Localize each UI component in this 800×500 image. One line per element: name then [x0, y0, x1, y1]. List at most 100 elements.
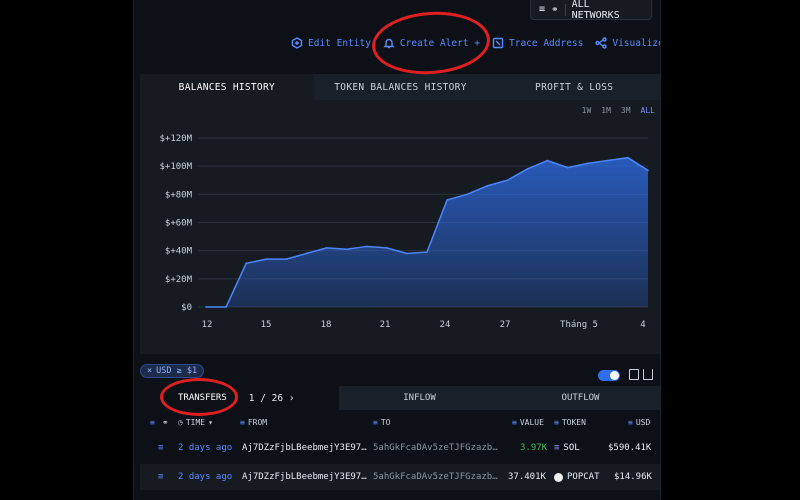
filter-icon: ≡: [628, 417, 633, 427]
row-token[interactable]: POPCAT: [554, 464, 600, 490]
header-token-label: TOKEN: [561, 417, 586, 427]
trace-address-button[interactable]: Trace Address: [492, 37, 583, 49]
graph-icon: [595, 37, 608, 49]
data-point: [546, 159, 549, 162]
header-from-label: FROM: [247, 417, 268, 427]
range-1m[interactable]: 1M: [601, 106, 611, 115]
table-row[interactable]: ≡ 2 days ago Aj7DZzFjbLBeebmejY3E97… 5ah…: [140, 464, 660, 490]
balances-chart: $0 $+20M $+40M $+60M $+80M $+100M $+120M 12 15 18…: [159, 134, 649, 330]
visualize-label: Visualize: [612, 37, 661, 49]
header-time-label: TIME: [185, 417, 206, 427]
usd-filter-chip[interactable]: × USD ≥ $1: [140, 364, 205, 378]
row-token[interactable]: ≡ SOL: [554, 435, 580, 461]
tab-inflow[interactable]: INFLOW: [339, 386, 500, 410]
divider: [564, 3, 566, 16]
copy-icon[interactable]: [629, 369, 639, 380]
y-tick-label: $+60M: [165, 219, 193, 229]
data-point: [526, 168, 529, 170]
header-to-label: TO: [380, 417, 391, 427]
filter-icon: ≡: [240, 417, 245, 427]
app-window: ≡ ⚭ ALL NETWORKS Edit Entity Create Aler…: [133, 0, 661, 500]
toggle-switch[interactable]: [598, 370, 620, 381]
data-point: [285, 258, 288, 260]
transfers-label: TRANSFERS: [178, 393, 227, 403]
y-tick-label: $+40M: [165, 247, 193, 257]
bell-icon: [383, 38, 395, 49]
data-point: [647, 169, 649, 172]
tab-transfers[interactable]: TRANSFERS 1 / 26 ›: [140, 386, 339, 410]
row-from[interactable]: Aj7DZzFjbLBeebmejY3E97…: [242, 464, 367, 490]
data-point: [245, 262, 247, 265]
series-area: [206, 157, 648, 307]
filter-icon: ≡: [539, 4, 546, 15]
x-tick-label: 21: [380, 320, 391, 330]
range-selector: 1W 1M 3M ALL: [582, 106, 655, 115]
table-tabs: TRANSFERS 1 / 26 › INFLOW OUTFLOW: [140, 386, 660, 410]
network-selector[interactable]: ≡ ⚭ ALL NETWORKS: [530, 0, 652, 21]
header-value[interactable]: ≡ VALUE: [512, 418, 544, 427]
row-icon: ≡: [158, 472, 164, 482]
header-from[interactable]: ≡ FROM: [240, 418, 267, 427]
range-1w[interactable]: 1W: [582, 106, 592, 115]
header-value-label: VALUE: [519, 417, 544, 427]
trace-icon: [492, 37, 504, 49]
range-3m[interactable]: 3M: [621, 106, 631, 115]
data-point: [586, 162, 589, 165]
visualize-button[interactable]: Visualize: [595, 37, 661, 49]
data-point: [386, 247, 388, 249]
download-icon[interactable]: [643, 369, 653, 380]
data-point: [627, 156, 629, 159]
row-to[interactable]: 5ahGkFcaDAv5zeTJFGzazb…: [373, 435, 498, 461]
filter-icon: ≡: [554, 417, 559, 427]
chart-panel: BALANCES HISTORY TOKEN BALANCES HISTORY …: [140, 74, 660, 354]
filter-icon[interactable]: ≡: [150, 418, 155, 427]
data-point: [365, 245, 368, 248]
pagination[interactable]: 1 / 26 ›: [249, 393, 295, 404]
edit-entity-button[interactable]: Edit Entity: [291, 37, 371, 49]
network-label: ALL NETWORKS: [571, 0, 620, 21]
tab-token-balances-history[interactable]: TOKEN BALANCES HISTORY: [313, 74, 488, 100]
sol-icon: ≡: [554, 443, 560, 453]
usd-filter-label: USD ≥ $1: [156, 366, 198, 376]
data-point: [325, 247, 328, 249]
data-point: [607, 159, 609, 162]
data-point: [426, 251, 428, 253]
header-usd[interactable]: ≡ USD: [628, 418, 650, 427]
y-tick-label: $+100M: [159, 162, 192, 172]
link-icon: ⚭: [162, 417, 169, 427]
row-value: 3.97K: [520, 443, 548, 453]
data-point: [466, 193, 468, 196]
header-to[interactable]: ≡ TO: [373, 418, 390, 427]
x-tick-label: 24: [440, 320, 451, 330]
tab-profit-loss[interactable]: PROFIT & LOSS: [487, 74, 660, 100]
popcat-icon: [554, 472, 563, 482]
token-symbol: SOL: [563, 443, 580, 453]
data-point: [305, 252, 308, 255]
action-toolbar: Edit Entity Create Alert + Trace Address…: [291, 34, 661, 52]
y-tick-label: $0: [181, 303, 192, 313]
row-time[interactable]: 2 days ago: [178, 435, 232, 461]
tab-balances-history[interactable]: BALANCES HISTORY: [140, 74, 314, 100]
data-point: [265, 258, 268, 260]
range-all[interactable]: ALL: [641, 106, 655, 115]
chevron-right-icon[interactable]: ›: [289, 393, 295, 404]
create-alert-label: Create Alert +: [399, 37, 480, 49]
chart-tabs: BALANCES HISTORY TOKEN BALANCES HISTORY …: [140, 74, 660, 100]
data-point: [205, 306, 207, 308]
create-alert-button[interactable]: Create Alert +: [383, 37, 480, 49]
header-token[interactable]: ≡ TOKEN: [554, 418, 586, 427]
tab-outflow[interactable]: OUTFLOW: [500, 386, 660, 410]
close-icon[interactable]: ×: [147, 366, 152, 376]
row-time[interactable]: 2 days ago: [178, 464, 232, 490]
hexagon-icon: [291, 37, 303, 49]
data-point: [345, 248, 348, 251]
table-row[interactable]: ≡ 2 days ago Aj7DZzFjbLBeebmejY3E97… 5ah…: [140, 435, 660, 461]
header-time[interactable]: ◷ TIME ▾: [178, 418, 213, 427]
row-from[interactable]: Aj7DZzFjbLBeebmejY3E97…: [242, 435, 367, 461]
token-symbol: POPCAT: [567, 472, 600, 482]
row-icon: ≡: [158, 443, 164, 453]
row-usd: $590.41K: [608, 443, 652, 453]
data-point: [506, 179, 509, 182]
x-tick-label: 27: [500, 320, 511, 330]
row-to[interactable]: 5ahGkFcaDAv5zeTJFGzazb…: [373, 464, 498, 490]
